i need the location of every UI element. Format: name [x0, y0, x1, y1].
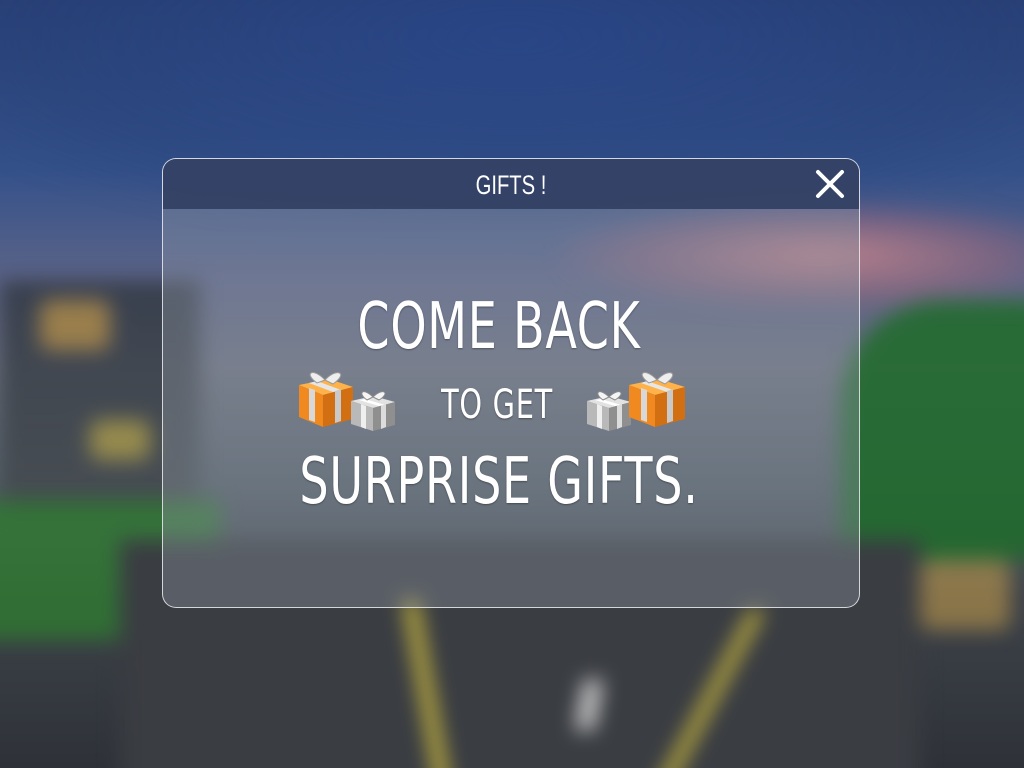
- gifts-dialog: GIFTS ! COME BACK TO GET SURPRISE GIFTS.: [162, 158, 860, 608]
- background-trees: [840, 300, 1024, 560]
- dialog-title: GIFTS !: [475, 170, 547, 200]
- close-button[interactable]: [811, 165, 849, 203]
- dialog-header: GIFTS !: [163, 159, 859, 209]
- background-light: [920, 560, 1010, 630]
- message-line-come-back: COME BACK: [357, 290, 641, 364]
- gift-boxes-icon: [585, 363, 689, 433]
- message-line-surprise-gifts: SURPRISE GIFTS.: [299, 445, 699, 519]
- close-icon: [816, 170, 844, 198]
- background-light: [40, 300, 110, 350]
- game-scene: GIFTS ! COME BACK TO GET SURPRISE GIFTS.: [0, 0, 1024, 768]
- background-light: [90, 420, 150, 460]
